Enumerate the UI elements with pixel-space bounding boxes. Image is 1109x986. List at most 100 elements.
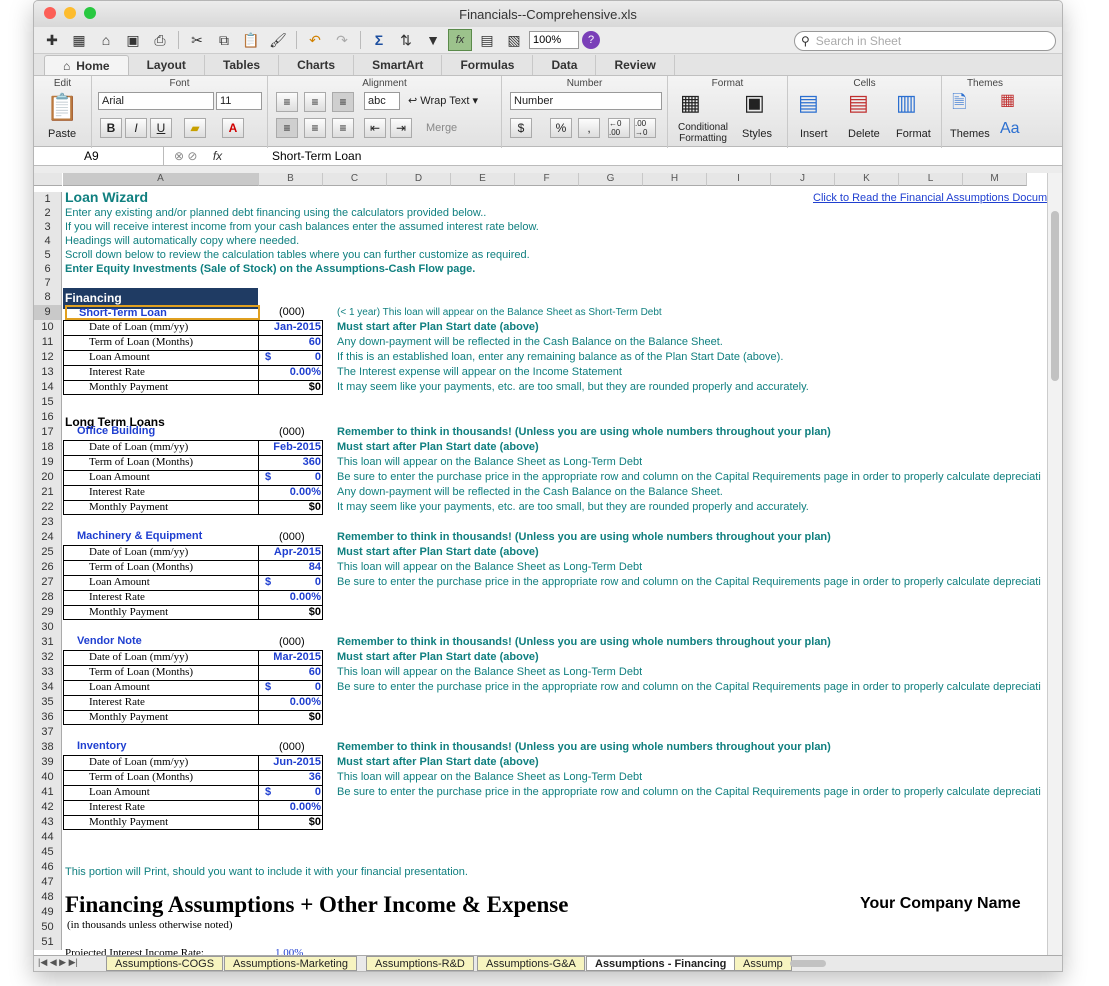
row-header[interactable]: 38: [34, 740, 62, 755]
field-value[interactable]: 36: [258, 770, 321, 785]
decrease-indent-icon[interactable]: ⇤: [364, 118, 386, 138]
sheet-tab-marketing[interactable]: Assumptions-Marketing: [224, 956, 357, 971]
loan-name[interactable]: Vendor Note: [65, 635, 260, 650]
paste-clipboard-icon[interactable]: 📋: [46, 92, 78, 123]
column-header[interactable]: M: [963, 173, 1027, 186]
themes-button[interactable]: Themes: [950, 128, 990, 140]
sheet-tab-more[interactable]: Assump: [734, 956, 792, 971]
enter-icon[interactable]: ⊘: [187, 149, 197, 163]
theme-fonts-button[interactable]: Aa: [1000, 120, 1020, 138]
row-header[interactable]: 1: [34, 192, 62, 206]
row-header[interactable]: 4: [34, 234, 62, 248]
format-button[interactable]: Format: [896, 128, 931, 140]
comma-button[interactable]: ,: [578, 118, 600, 138]
vertical-scrollbar[interactable]: [1047, 173, 1062, 957]
row-header[interactable]: 29: [34, 605, 62, 620]
underline-button[interactable]: U: [150, 118, 172, 138]
row-header[interactable]: 2: [34, 206, 62, 220]
tab-home[interactable]: ⌂ Home: [44, 55, 129, 75]
row-header[interactable]: 16: [34, 410, 62, 425]
italic-button[interactable]: I: [125, 118, 147, 138]
formula-builder-icon[interactable]: fx: [448, 29, 472, 51]
field-value[interactable]: Feb-2015: [258, 440, 321, 455]
filter-icon[interactable]: ▼: [421, 29, 445, 51]
number-format-select[interactable]: Number: [510, 92, 662, 110]
row-header[interactable]: 35: [34, 695, 62, 710]
spreadsheet-grid[interactable]: ABCDEFGHIJKLM 1 2 3 4 5 6 7 8 9 10 11 12 13 14 15 16 17 1…: [34, 173, 1062, 957]
new-icon[interactable]: ✚: [40, 29, 64, 51]
row-header[interactable]: 17: [34, 425, 62, 440]
align-left-icon[interactable]: ≡: [276, 118, 298, 138]
tab-smartart[interactable]: SmartArt: [354, 55, 443, 75]
row-header[interactable]: 31: [34, 635, 62, 650]
row-header[interactable]: 20: [34, 470, 62, 485]
tab-layout[interactable]: Layout: [129, 55, 205, 75]
loan-name[interactable]: Machinery & Equipment: [65, 530, 260, 545]
field-value[interactable]: 0: [258, 470, 321, 485]
column-header[interactable]: I: [707, 173, 771, 186]
row-header[interactable]: 45: [34, 845, 62, 860]
gallery-icon[interactable]: ▤: [475, 29, 499, 51]
row-header[interactable]: 14: [34, 380, 62, 395]
row-header[interactable]: 40: [34, 770, 62, 785]
row-header[interactable]: 51: [34, 935, 62, 950]
close-button[interactable]: [44, 7, 56, 19]
row-header[interactable]: 32: [34, 650, 62, 665]
row-header[interactable]: 8: [34, 290, 62, 305]
row-header[interactable]: 9: [34, 305, 62, 320]
row-header[interactable]: 6: [34, 262, 62, 276]
row-header[interactable]: 25: [34, 545, 62, 560]
row-header[interactable]: 49: [34, 905, 62, 920]
column-header[interactable]: E: [451, 173, 515, 186]
conditional-formatting-button[interactable]: Conditional Formatting: [672, 122, 734, 144]
field-value[interactable]: 60: [258, 665, 321, 680]
row-header[interactable]: 28: [34, 590, 62, 605]
name-box[interactable]: A9: [34, 146, 164, 166]
increase-indent-icon[interactable]: ⇥: [390, 118, 412, 138]
help-icon[interactable]: ?: [582, 31, 600, 49]
column-header[interactable]: H: [643, 173, 707, 186]
sheet-tab-cogs[interactable]: Assumptions-COGS: [106, 956, 224, 971]
row-header[interactable]: 23: [34, 515, 62, 530]
row-header[interactable]: 26: [34, 560, 62, 575]
column-header[interactable]: L: [899, 173, 963, 186]
toolbox-icon[interactable]: ▧: [502, 29, 526, 51]
column-header[interactable]: J: [771, 173, 835, 186]
percent-button[interactable]: %: [550, 118, 572, 138]
align-bottom-icon[interactable]: ≡: [332, 92, 354, 112]
print-icon[interactable]: ⎙: [148, 29, 172, 51]
tab-formulas[interactable]: Formulas: [442, 55, 534, 75]
row-header[interactable]: 5: [34, 248, 62, 262]
paste-icon[interactable]: 📋: [239, 29, 263, 51]
row-header[interactable]: 36: [34, 710, 62, 725]
sheet-tab-financing[interactable]: Assumptions - Financing: [586, 956, 736, 971]
cancel-icon[interactable]: ⊗: [174, 149, 184, 163]
sheet-tab-ga[interactable]: Assumptions-G&A: [477, 956, 585, 971]
row-header[interactable]: 46: [34, 860, 62, 875]
font-name-select[interactable]: Arial: [98, 92, 214, 110]
column-header[interactable]: F: [515, 173, 579, 186]
zoom-button[interactable]: [84, 7, 96, 19]
wrap-text-button[interactable]: ↩ Wrap Text ▾: [408, 94, 478, 107]
field-value[interactable]: 0: [258, 350, 321, 365]
sheet-tab-rd[interactable]: Assumptions-R&D: [366, 956, 474, 971]
search-input[interactable]: ⚲ Search in Sheet: [794, 31, 1056, 51]
save-icon[interactable]: ▣: [121, 29, 145, 51]
merge-button[interactable]: Merge: [426, 122, 457, 134]
minimize-button[interactable]: [64, 7, 76, 19]
loan-name[interactable]: Short-Term Loan: [65, 305, 260, 320]
align-center-icon[interactable]: ≡: [304, 118, 326, 138]
fx-label[interactable]: fx: [213, 149, 222, 163]
align-middle-icon[interactable]: ≡: [304, 92, 326, 112]
decrease-decimal-button[interactable]: .00 →0: [634, 118, 656, 138]
font-size-select[interactable]: 11: [216, 92, 262, 110]
column-header[interactable]: C: [323, 173, 387, 186]
field-value[interactable]: 0.00%: [258, 590, 321, 605]
open-icon[interactable]: ⌂: [94, 29, 118, 51]
horizontal-scroll-thumb[interactable]: [790, 960, 826, 967]
styles-button[interactable]: Styles: [742, 128, 772, 140]
row-header[interactable]: 44: [34, 830, 62, 845]
row-header[interactable]: 13: [34, 365, 62, 380]
bold-button[interactable]: B: [100, 118, 122, 138]
cut-icon[interactable]: ✂: [185, 29, 209, 51]
